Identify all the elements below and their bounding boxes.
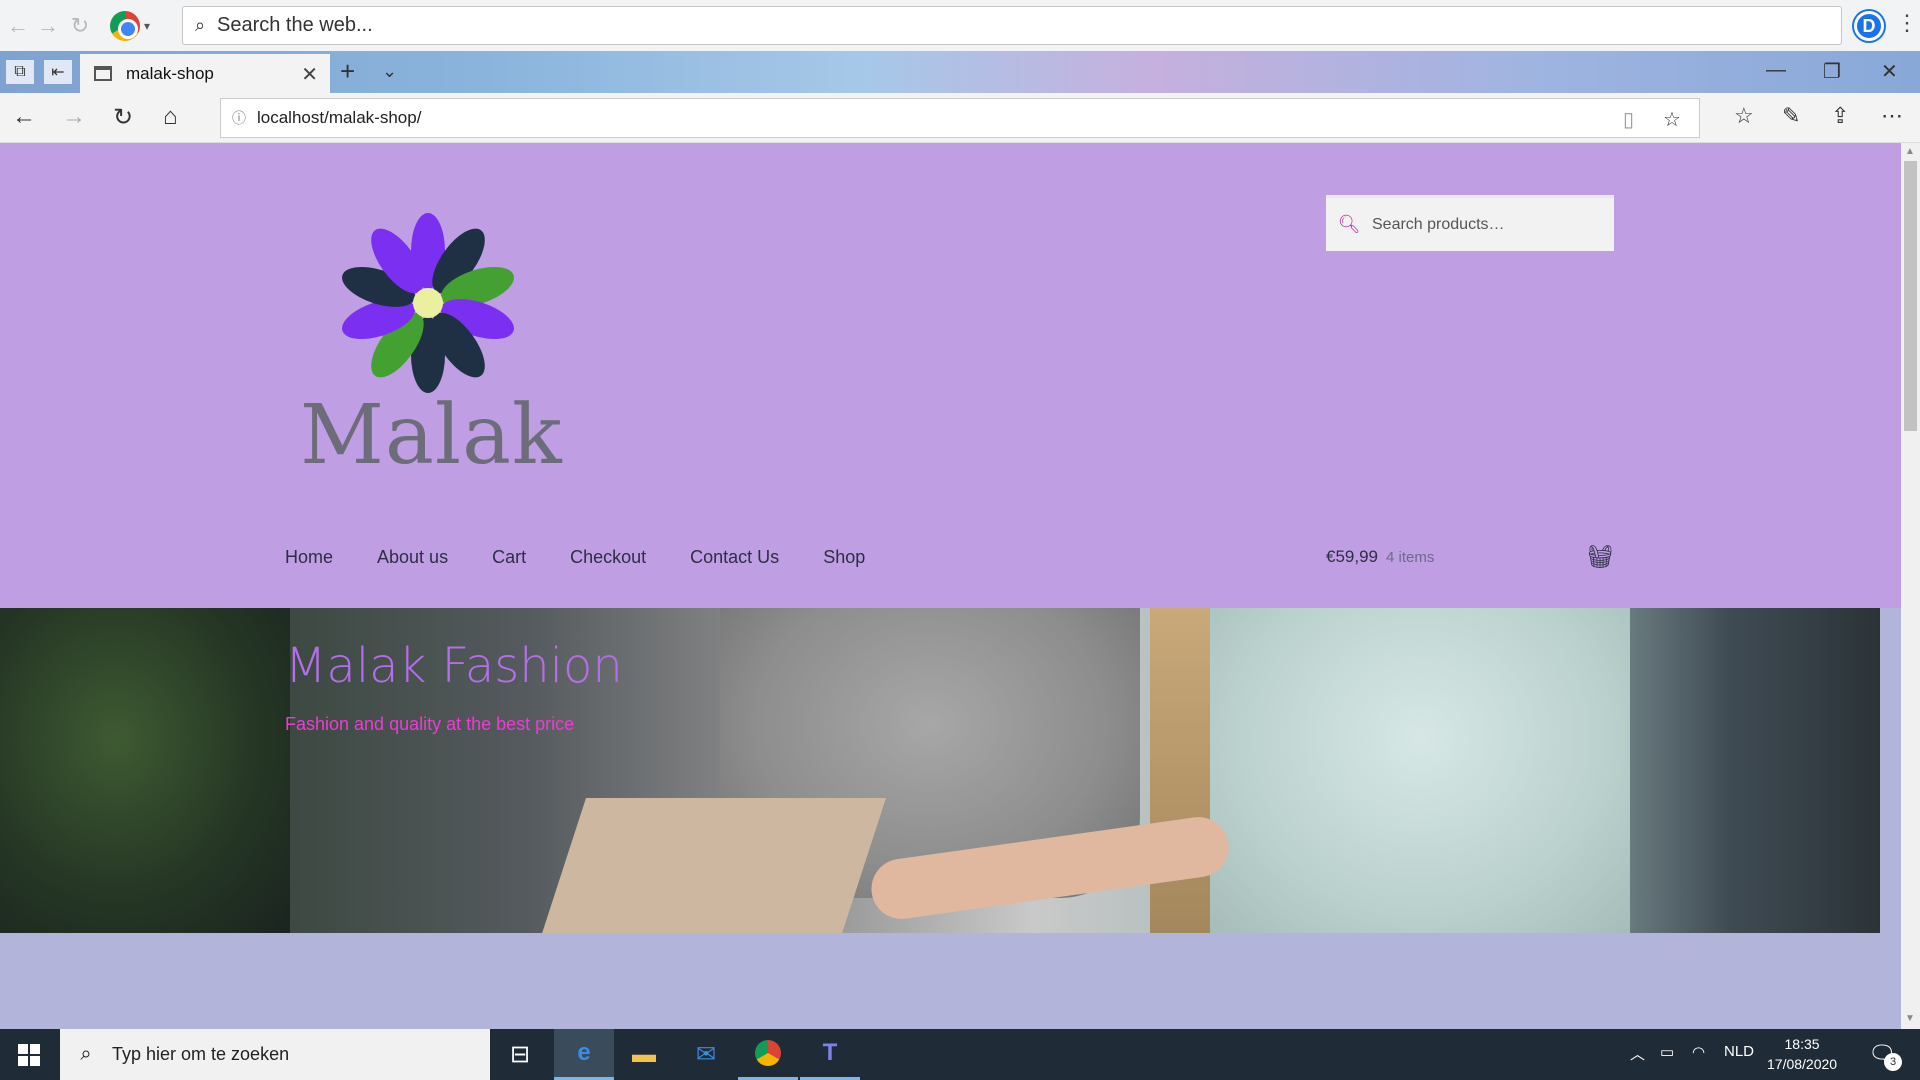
basket-icon[interactable]: 🧺︎ — [1586, 544, 1614, 570]
scrollbar-thumb[interactable] — [1904, 161, 1917, 431]
taskbar-clock[interactable]: 18:35 17/08/2020 — [1767, 1034, 1837, 1074]
chrome-icon[interactable] — [738, 1029, 798, 1080]
tab-preview-dropdown-icon[interactable]: ⌄ — [382, 61, 397, 82]
refresh-icon[interactable]: ↻ — [113, 103, 133, 132]
nav-home[interactable]: Home — [285, 547, 333, 568]
hero-banner: Malak Fashion Fashion and quality at the… — [0, 608, 1880, 933]
nav-contact-us[interactable]: Contact Us — [690, 547, 779, 568]
profile-avatar[interactable]: D — [1854, 11, 1884, 41]
taskbar-search-input[interactable]: Typ hier om te zoeken — [112, 1044, 289, 1065]
reload-icon[interactable]: ↻ — [62, 8, 98, 44]
more-icon[interactable]: ⋯ — [1881, 103, 1903, 129]
chevron-down-icon[interactable]: ▾ — [144, 19, 150, 33]
windows-taskbar: ⌕ Typ hier om te zoeken ⊟ e ▬ ✉ T ︿ ▭ ◠ … — [0, 1029, 1920, 1080]
address-bar[interactable]: ⓘ localhost/malak-shop/ ▯ ☆ — [220, 98, 1700, 138]
task-view-icon[interactable]: ⊟ — [490, 1029, 550, 1080]
notification-center-icon[interactable]: 🗨︎ 3 — [1868, 1041, 1902, 1071]
mail-icon[interactable]: ✉ — [676, 1029, 736, 1080]
hero-subtitle: Fashion and quality at the best price — [285, 714, 575, 734]
web-search-box[interactable]: ⌕ Search the web... — [182, 6, 1842, 45]
page-scrollbar[interactable]: ▲ ▼ — [1901, 143, 1920, 1029]
battery-icon[interactable]: ▭ — [1660, 1043, 1674, 1061]
page-viewport: Malak 🔍︎ Home About us Cart Checkout Con… — [0, 143, 1901, 1029]
language-indicator[interactable]: NLD — [1724, 1043, 1754, 1060]
product-search-input[interactable] — [1372, 215, 1592, 234]
main-navigation: Home About us Cart Checkout Contact Us S… — [285, 547, 909, 568]
hero-photo-foliage — [0, 608, 290, 933]
logo-wordmark[interactable]: Malak — [300, 388, 563, 483]
search-icon: 🔍︎ — [1337, 214, 1361, 234]
close-window-button[interactable]: ✕ — [1881, 59, 1898, 84]
close-tab-icon[interactable]: ✕ — [301, 62, 318, 87]
teams-icon[interactable]: T — [800, 1029, 860, 1080]
scroll-up-icon[interactable]: ▲ — [1905, 146, 1915, 157]
scroll-down-icon[interactable]: ▼ — [1905, 1013, 1915, 1024]
pen-icon[interactable]: ✎ — [1782, 103, 1800, 129]
back-icon[interactable]: ← — [12, 103, 36, 131]
browser-top-bar: ← → ↻ ▾ ⌕ Search the web... D ⋮ — [0, 0, 1920, 51]
web-search-input[interactable]: Search the web... — [217, 14, 373, 37]
search-icon: ⌕ — [80, 1043, 92, 1065]
search-icon: ⌕ — [194, 15, 206, 35]
forward-icon[interactable]: → — [62, 103, 86, 131]
new-tab-button[interactable]: + — [340, 58, 355, 84]
nav-checkout[interactable]: Checkout — [570, 547, 646, 568]
chevron-up-icon[interactable]: ︿ — [1630, 1043, 1645, 1064]
forward-icon[interactable]: → — [30, 8, 66, 44]
tab-title: malak-shop — [126, 63, 214, 83]
edge-icon[interactable]: e — [554, 1029, 614, 1080]
cart-amount[interactable]: €59,99 — [1326, 547, 1378, 567]
home-icon[interactable]: ⌂ — [163, 103, 178, 131]
url-text[interactable]: localhost/malak-shop/ — [257, 108, 421, 128]
site-info-icon[interactable]: ⓘ — [221, 108, 257, 128]
nav-shop[interactable]: Shop — [823, 547, 865, 568]
menu-icon[interactable]: ⋮ — [1896, 10, 1918, 36]
header-cart[interactable]: €59,99 4 items 🧺︎ — [1326, 544, 1614, 570]
hero-title: Malak Fashion — [285, 638, 623, 694]
nav-cart[interactable]: Cart — [492, 547, 526, 568]
chrome-logo-icon[interactable] — [110, 10, 140, 41]
favorites-icon[interactable]: ☆ — [1734, 103, 1754, 129]
restore-button[interactable]: ❐ — [1823, 59, 1841, 84]
product-search[interactable]: 🔍︎ — [1326, 195, 1614, 251]
tabs-aside-icon[interactable]: ⇤ — [44, 60, 72, 84]
favorite-star-icon[interactable]: ☆ — [1663, 107, 1681, 132]
windows-start-icon[interactable] — [18, 1044, 40, 1066]
hero-photo-shopping-bag — [534, 798, 886, 933]
clock-date: 17/08/2020 — [1767, 1056, 1838, 1072]
hero-photo-mint-shirt — [1210, 608, 1630, 933]
reading-view-icon[interactable]: ▯ — [1623, 107, 1634, 132]
taskbar-search[interactable]: ⌕ Typ hier om te zoeken — [60, 1029, 490, 1080]
share-icon[interactable]: ⇪ — [1831, 103, 1849, 129]
address-toolbar: ← → ↻ ⌂ ⓘ localhost/malak-shop/ ▯ ☆ ☆ ✎ … — [0, 93, 1920, 143]
clock-time: 18:35 — [1784, 1036, 1820, 1052]
site-header: Malak 🔍︎ Home About us Cart Checkout Con… — [0, 143, 1901, 608]
cart-item-count[interactable]: 4 items — [1386, 549, 1434, 566]
tab-set-aside-icon[interactable]: ⧉ — [6, 60, 34, 84]
tab-malak-shop[interactable]: malak-shop ✕ — [80, 54, 330, 93]
nav-about-us[interactable]: About us — [377, 547, 448, 568]
wifi-icon[interactable]: ◠ — [1692, 1043, 1705, 1061]
file-explorer-icon[interactable]: ▬ — [614, 1029, 674, 1080]
tab-strip: ⧉ ⇤ malak-shop ✕ + ⌄ — ❐ ✕ — [0, 51, 1920, 93]
minimize-button[interactable]: — — [1766, 59, 1786, 82]
page-icon — [94, 66, 112, 81]
notification-badge: 3 — [1884, 1053, 1902, 1071]
